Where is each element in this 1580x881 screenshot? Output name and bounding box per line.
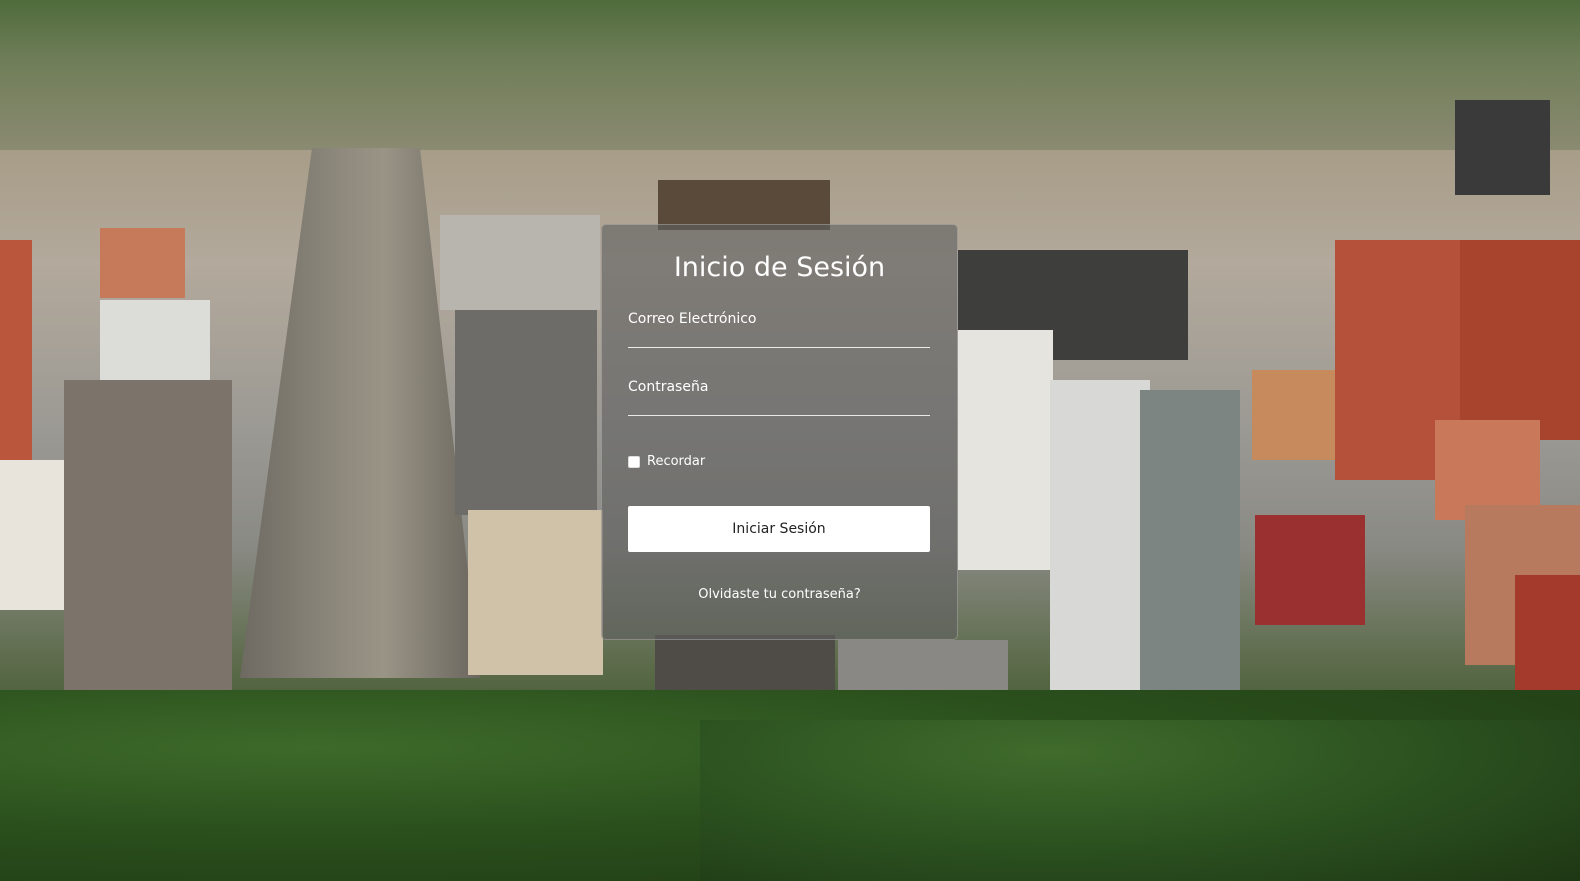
- building: [440, 215, 600, 310]
- building: [0, 240, 32, 460]
- building: [958, 330, 1053, 570]
- building: [1455, 100, 1550, 195]
- building: [658, 180, 830, 230]
- login-button[interactable]: Iniciar Sesión: [628, 506, 930, 552]
- building: [1050, 380, 1150, 720]
- building: [100, 300, 210, 380]
- building: [1255, 515, 1365, 625]
- building: [468, 510, 603, 675]
- email-field-wrapper: [628, 304, 930, 348]
- remember-label: Recordar: [647, 454, 706, 469]
- remember-option[interactable]: Recordar: [628, 454, 705, 469]
- building: [1460, 240, 1580, 440]
- building: [100, 228, 185, 298]
- building: [64, 380, 232, 690]
- forgot-password-link[interactable]: Olvidaste tu contraseña?: [601, 587, 958, 602]
- password-input[interactable]: [628, 372, 930, 415]
- mountains: [0, 0, 1580, 150]
- login-title: Inicio de Sesión: [673, 252, 886, 283]
- password-field-wrapper: [628, 372, 930, 416]
- email-input[interactable]: [628, 304, 930, 347]
- trees-foreground: [700, 720, 1580, 881]
- building: [455, 300, 597, 515]
- remember-checkbox[interactable]: [628, 455, 640, 468]
- login-card: Inicio de Sesión Recordar Iniciar Sesión…: [601, 224, 958, 640]
- building: [1140, 390, 1240, 710]
- building: [0, 460, 64, 610]
